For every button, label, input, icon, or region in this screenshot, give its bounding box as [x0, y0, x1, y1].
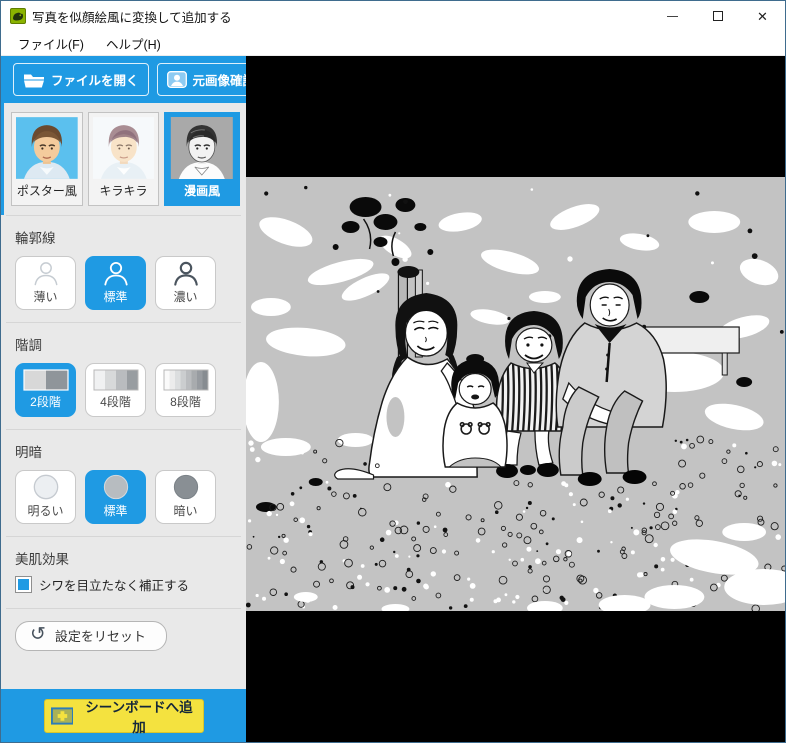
- circle-icon: [100, 473, 132, 501]
- style-preset-row: ポスター風 キラキラ: [1, 103, 246, 215]
- add-to-sceneboard-label: シーンボードへ追加: [81, 696, 196, 736]
- wrinkle-checkbox-label: シワを目立たなく補正する: [39, 575, 189, 594]
- poster-style-thumbnail: [16, 117, 78, 179]
- menu-help[interactable]: ヘルプ(H): [97, 31, 170, 56]
- gray-steps-icon: [163, 368, 209, 392]
- gray-steps-icon: [93, 368, 139, 392]
- brightness-bright-button[interactable]: 明るい: [15, 470, 76, 524]
- folder-open-icon: [23, 72, 45, 88]
- style-kirakira[interactable]: キラキラ: [88, 112, 160, 206]
- gradation-4-label: 4段階: [100, 393, 131, 410]
- brightness-section-title: 明暗: [15, 441, 232, 461]
- style-manga-label: 漫画風: [169, 179, 235, 203]
- open-file-label: ファイルを開く: [51, 70, 139, 89]
- person-icon: [29, 259, 63, 287]
- brightness-dark-button[interactable]: 暗い: [155, 470, 216, 524]
- brightness-standard-button[interactable]: 標準: [85, 470, 146, 524]
- style-manga[interactable]: 漫画風: [164, 112, 240, 206]
- gradation-4-button[interactable]: 4段階: [85, 363, 146, 417]
- style-kirakira-label: キラキラ: [93, 179, 155, 203]
- close-button[interactable]: ✕: [740, 1, 785, 31]
- gray-steps-icon: [23, 368, 69, 392]
- style-poster[interactable]: ポスター風: [11, 112, 83, 206]
- gradation-section: 階調 2段階: [1, 323, 246, 429]
- close-icon: ✕: [757, 10, 768, 23]
- brightness-dark-label: 暗い: [173, 502, 197, 519]
- window-title: 写真を似顔絵風に変換して追加する: [32, 7, 650, 26]
- file-toolbar: ファイルを開く 元画像確認: [1, 56, 246, 103]
- app-mascot-icon: [10, 8, 26, 24]
- reset-icon: ↺: [30, 625, 46, 644]
- portrait-icon: [167, 71, 187, 88]
- outline-section-title: 輪郭線: [15, 227, 232, 247]
- menu-file[interactable]: ファイル(F): [9, 31, 93, 56]
- preview-image: [246, 177, 785, 611]
- open-file-button[interactable]: ファイルを開く: [13, 63, 149, 96]
- skin-effect-section: 美肌効果 シワを目立たなく補正する: [1, 537, 246, 608]
- app-window: 写真を似顔絵風に変換して追加する ✕ ファイル(F) ヘルプ(H) ファイルを開…: [0, 0, 786, 743]
- settings-sidebar: ファイルを開く 元画像確認: [1, 56, 246, 742]
- circle-icon: [30, 473, 62, 501]
- person-icon: [99, 259, 133, 287]
- brightness-section: 明暗 明るい 標準: [1, 430, 246, 536]
- gradation-2-label: 2段階: [30, 393, 61, 410]
- add-to-sceneboard-button[interactable]: シーンボードへ追加: [44, 699, 204, 733]
- titlebar: 写真を似顔絵風に変換して追加する ✕: [1, 1, 785, 31]
- maximize-button[interactable]: [695, 1, 740, 31]
- skin-effect-title: 美肌効果: [15, 548, 232, 568]
- kirakira-style-thumbnail: [93, 117, 155, 179]
- outline-dark-label: 濃い: [173, 288, 197, 305]
- minimize-icon: [667, 16, 678, 17]
- circle-icon: [170, 473, 202, 501]
- gradation-8-label: 8段階: [170, 393, 201, 410]
- person-icon: [169, 259, 203, 287]
- outline-section: 輪郭線 薄い 標準: [1, 216, 246, 322]
- style-poster-label: ポスター風: [16, 179, 78, 203]
- manga-style-thumbnail: [169, 117, 235, 179]
- reset-settings-label: 設定をリセット: [55, 626, 146, 645]
- outline-standard-button[interactable]: 標準: [85, 256, 146, 310]
- plus-icon: [51, 707, 74, 725]
- outline-thin-label: 薄い: [33, 288, 57, 305]
- checkbox-checked-mark: [18, 579, 29, 590]
- brightness-standard-label: 標準: [103, 502, 127, 519]
- preview-area: [246, 56, 785, 742]
- maximize-icon: [713, 11, 723, 21]
- outline-dark-button[interactable]: 濃い: [155, 256, 216, 310]
- gradation-8-button[interactable]: 8段階: [155, 363, 216, 417]
- reset-settings-button[interactable]: ↺ 設定をリセット: [15, 621, 167, 651]
- minimize-button[interactable]: [650, 1, 695, 31]
- gradation-section-title: 階調: [15, 334, 232, 354]
- menubar: ファイル(F) ヘルプ(H): [1, 31, 785, 56]
- brightness-bright-label: 明るい: [27, 502, 63, 519]
- outline-standard-label: 標準: [103, 288, 127, 305]
- gradation-2-button[interactable]: 2段階: [15, 363, 76, 417]
- outline-thin-button[interactable]: 薄い: [15, 256, 76, 310]
- wrinkle-checkbox[interactable]: [15, 576, 32, 593]
- sidebar-footer: シーンボードへ追加: [1, 689, 246, 742]
